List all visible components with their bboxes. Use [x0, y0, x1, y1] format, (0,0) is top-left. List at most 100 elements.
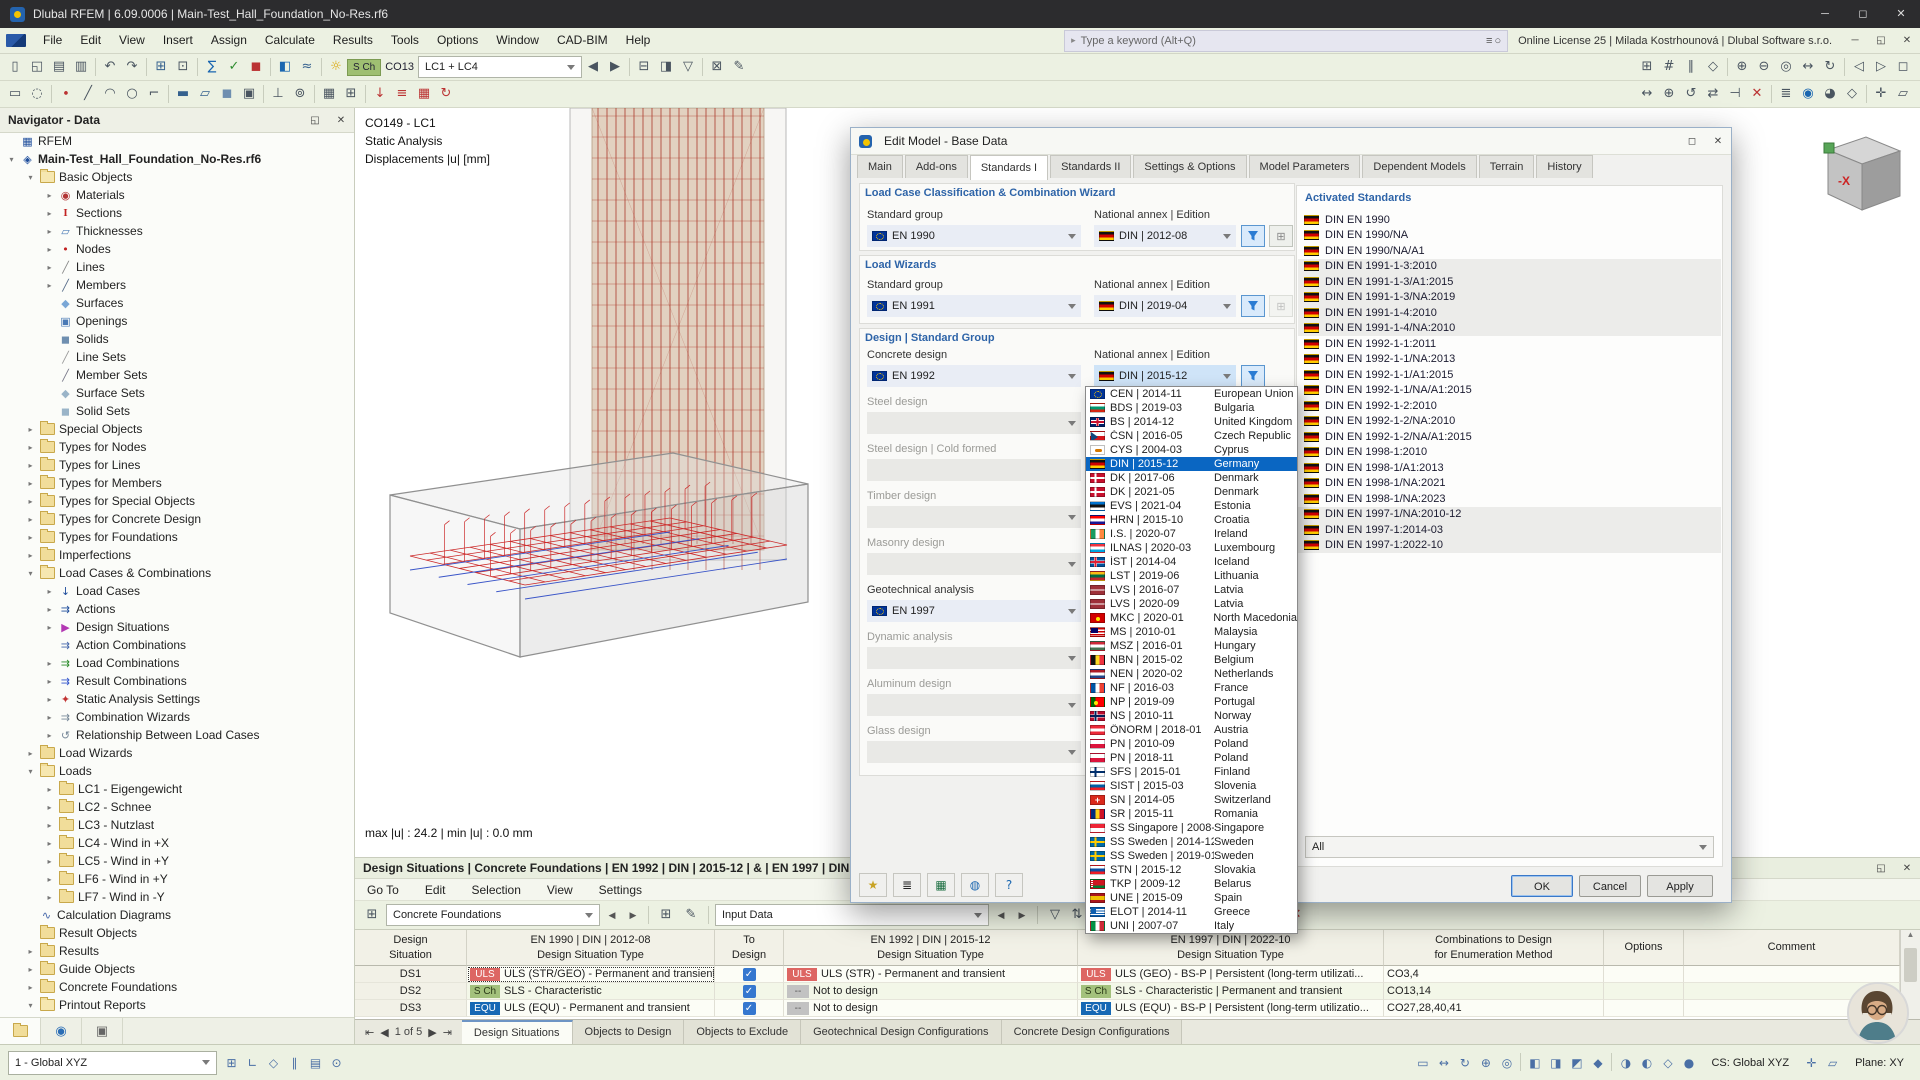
annex-option-ms[interactable]: MS | 2010-01Malaysia — [1086, 625, 1297, 639]
tree-item-result-objects[interactable]: Result Objects — [0, 924, 354, 942]
insert-line-icon[interactable]: ╱ — [77, 84, 99, 104]
hinge-icon[interactable]: ⊚ — [289, 84, 311, 104]
table-group-combobox[interactable]: Concrete Foundations — [386, 904, 600, 926]
export-excel-icon[interactable]: ▦ — [927, 873, 955, 897]
full-view-icon[interactable]: ◻ — [1892, 57, 1914, 77]
user-coordinate-system-icon[interactable]: ✛ — [1870, 84, 1892, 104]
aluminum-design-select[interactable] — [867, 694, 1081, 716]
annex-option-ss[interactable]: SS Singapore | 2008-06Singapore — [1086, 821, 1297, 835]
navigator-tab-display[interactable]: ◉ — [41, 1018, 82, 1044]
pan-view-icon[interactable]: ↔ — [1797, 57, 1819, 77]
tree-expander-icon[interactable]: ▸ — [42, 659, 57, 668]
tree-item-printout-reports[interactable]: ▾Printout Reports — [0, 996, 354, 1014]
tree-expander-icon[interactable]: ▸ — [42, 263, 57, 272]
save-icon[interactable]: ▤ — [48, 57, 70, 77]
previous-loading-icon[interactable]: ◀ — [582, 57, 604, 77]
table-menu-settings[interactable]: Settings — [599, 883, 642, 897]
tree-expander-icon[interactable]: ▸ — [42, 857, 57, 866]
navigator-dock-icon[interactable]: ◱ — [302, 115, 328, 126]
table-grid-icon[interactable]: ⊞ — [361, 905, 383, 925]
divide-icon[interactable]: ⊣ — [1724, 84, 1746, 104]
tree-expander-icon[interactable]: ▾ — [4, 155, 19, 164]
dialog-maximize-icon[interactable]: ◻ — [1679, 136, 1705, 147]
tree-item-actions[interactable]: ▸⇉Actions — [0, 600, 354, 618]
standard-group-select[interactable]: EN 1990 — [867, 225, 1081, 247]
options-cell[interactable] — [1604, 1000, 1684, 1017]
snap-grid-icon[interactable]: ⊞ — [221, 1053, 242, 1073]
zoom-window-icon[interactable]: ⊕ — [1475, 1053, 1496, 1073]
geotechnical-analysis-select[interactable]: EN 1997 — [867, 600, 1081, 622]
tree-expander-icon[interactable]: ▸ — [42, 821, 57, 830]
menu-view[interactable]: View — [110, 28, 154, 53]
redo-icon[interactable]: ↷ — [121, 57, 143, 77]
user-avatar[interactable] — [1847, 982, 1909, 1044]
select-box-icon[interactable]: ◌ — [26, 84, 48, 104]
tree-item-load-combinations[interactable]: ▸⇉Load Combinations — [0, 654, 354, 672]
tree-expander-icon[interactable]: ▸ — [42, 587, 57, 596]
delete-object-icon[interactable]: ✕ — [1746, 84, 1768, 104]
tree-item-result-combinations[interactable]: ▸⇉Result Combinations — [0, 672, 354, 690]
tree-item-lc4-wind-in-x[interactable]: ▸LC4 - Wind in +X — [0, 834, 354, 852]
result-table-icon[interactable]: ⊟ — [633, 57, 655, 77]
dialog-tab-terrain[interactable]: Terrain — [1479, 155, 1535, 178]
last-page-icon[interactable]: ⇥ — [443, 1026, 452, 1039]
new-entry-icon[interactable]: ⊞ — [655, 905, 677, 925]
tree-expander-icon[interactable]: ▸ — [42, 281, 57, 290]
tree-expander-icon[interactable]: ▸ — [23, 965, 38, 974]
masonry-design-select[interactable] — [867, 553, 1081, 575]
tree-item-types-for-nodes[interactable]: ▸Types for Nodes — [0, 438, 354, 456]
tree-expander-icon[interactable]: ▾ — [23, 173, 38, 182]
member-load-icon[interactable]: ≡ — [391, 84, 413, 104]
screenshot-icon[interactable]: ◨ — [655, 57, 677, 77]
activated-standard-item[interactable]: DIN EN 1997-1/NA:2010-12 — [1298, 507, 1721, 523]
annex-option-bds[interactable]: BDS | 2019-03Bulgaria — [1086, 401, 1297, 415]
view-in-z-icon[interactable]: ◩ — [1566, 1053, 1587, 1073]
result-values-icon[interactable]: ≈ — [296, 57, 318, 77]
dialog-tab-main[interactable]: Main — [857, 155, 903, 178]
standard-group2-select[interactable]: EN 1991 — [867, 295, 1081, 317]
design-situation-id-cell[interactable]: DS1 — [355, 966, 467, 983]
annex-option-mkc[interactable]: MKC | 2020-01North Macedonia — [1086, 611, 1297, 625]
annex-option-sn[interactable]: SN | 2014-05Switzerland — [1086, 793, 1297, 807]
activated-standard-item[interactable]: DIN EN 1997-1:2022-10 — [1298, 538, 1721, 554]
close-icon[interactable]: ✕ — [1882, 0, 1920, 28]
table-tab-objects-to-exclude[interactable]: Objects to Exclude — [684, 1020, 801, 1044]
tree-item-static-analysis-settings[interactable]: ▸✦Static Analysis Settings — [0, 690, 354, 708]
annex3-filter-button[interactable] — [1241, 365, 1265, 387]
activated-standard-item[interactable]: DIN EN 1991-1-4:2010 — [1298, 305, 1721, 321]
snap-icon[interactable]: # — [1658, 57, 1680, 77]
insert-surface-icon[interactable]: ▱ — [194, 84, 216, 104]
table-row-ds2[interactable]: DS2S ChSLS - Characteristic✓--Not to des… — [355, 983, 1900, 1000]
activated-standard-item[interactable]: DIN EN 1992-1-2/NA:2010 — [1298, 414, 1721, 430]
numbering-icon[interactable]: ⊡ — [172, 57, 194, 77]
select-mode-icon[interactable]: ▭ — [1412, 1053, 1433, 1073]
work-plane-icon[interactable]: ◇ — [1702, 57, 1724, 77]
tree-item-load-cases[interactable]: ▸↓Load Cases — [0, 582, 354, 600]
print-icon[interactable]: ▥ — [70, 57, 92, 77]
tree-expander-icon[interactable]: ▸ — [42, 695, 57, 704]
tree-item-lc1-eigengewicht[interactable]: ▸LC1 - Eigengewicht — [0, 780, 354, 798]
tree-item-lf6-wind-in-y[interactable]: ▸LF6 - Wind in +Y — [0, 870, 354, 888]
snap-center-icon[interactable]: ⊙ — [326, 1053, 347, 1073]
tree-item-openings[interactable]: ▣Openings — [0, 312, 354, 330]
mesh-refine-icon[interactable]: ⊞ — [340, 84, 362, 104]
workplane-xy-icon[interactable]: ▱ — [1822, 1053, 1843, 1073]
section-planes-icon[interactable]: ▱ — [1892, 84, 1914, 104]
navigator-tab-data[interactable] — [0, 1018, 41, 1044]
table-menu-view[interactable]: View — [547, 883, 573, 897]
wireframe-mode-icon[interactable]: ◇ — [1657, 1053, 1678, 1073]
layers-icon[interactable]: ≣ — [1775, 84, 1797, 104]
tree-expander-icon[interactable]: ▸ — [23, 515, 38, 524]
panel-close-icon[interactable]: ✕ — [1894, 863, 1920, 874]
tree-expander-icon[interactable]: ▸ — [42, 209, 57, 218]
zoom-fit-icon[interactable]: ◎ — [1775, 57, 1797, 77]
annex-option-uni[interactable]: UNI | 2007-07Italy — [1086, 919, 1297, 933]
ok-button[interactable]: OK — [1511, 875, 1573, 897]
design-type-cell[interactable]: EQUULS (EQU) - Permanent and transient — [467, 1000, 715, 1017]
nodal-support-icon[interactable]: ⊥ — [267, 84, 289, 104]
design-type-cell[interactable]: ULSULS (STR) - Permanent and transient — [784, 966, 1078, 983]
tree-expander-icon[interactable]: ▸ — [42, 677, 57, 686]
dialog-tab-add-ons[interactable]: Add-ons — [905, 155, 968, 178]
dialog-tab-history[interactable]: History — [1536, 155, 1592, 178]
select-icon[interactable]: ▭ — [4, 84, 26, 104]
